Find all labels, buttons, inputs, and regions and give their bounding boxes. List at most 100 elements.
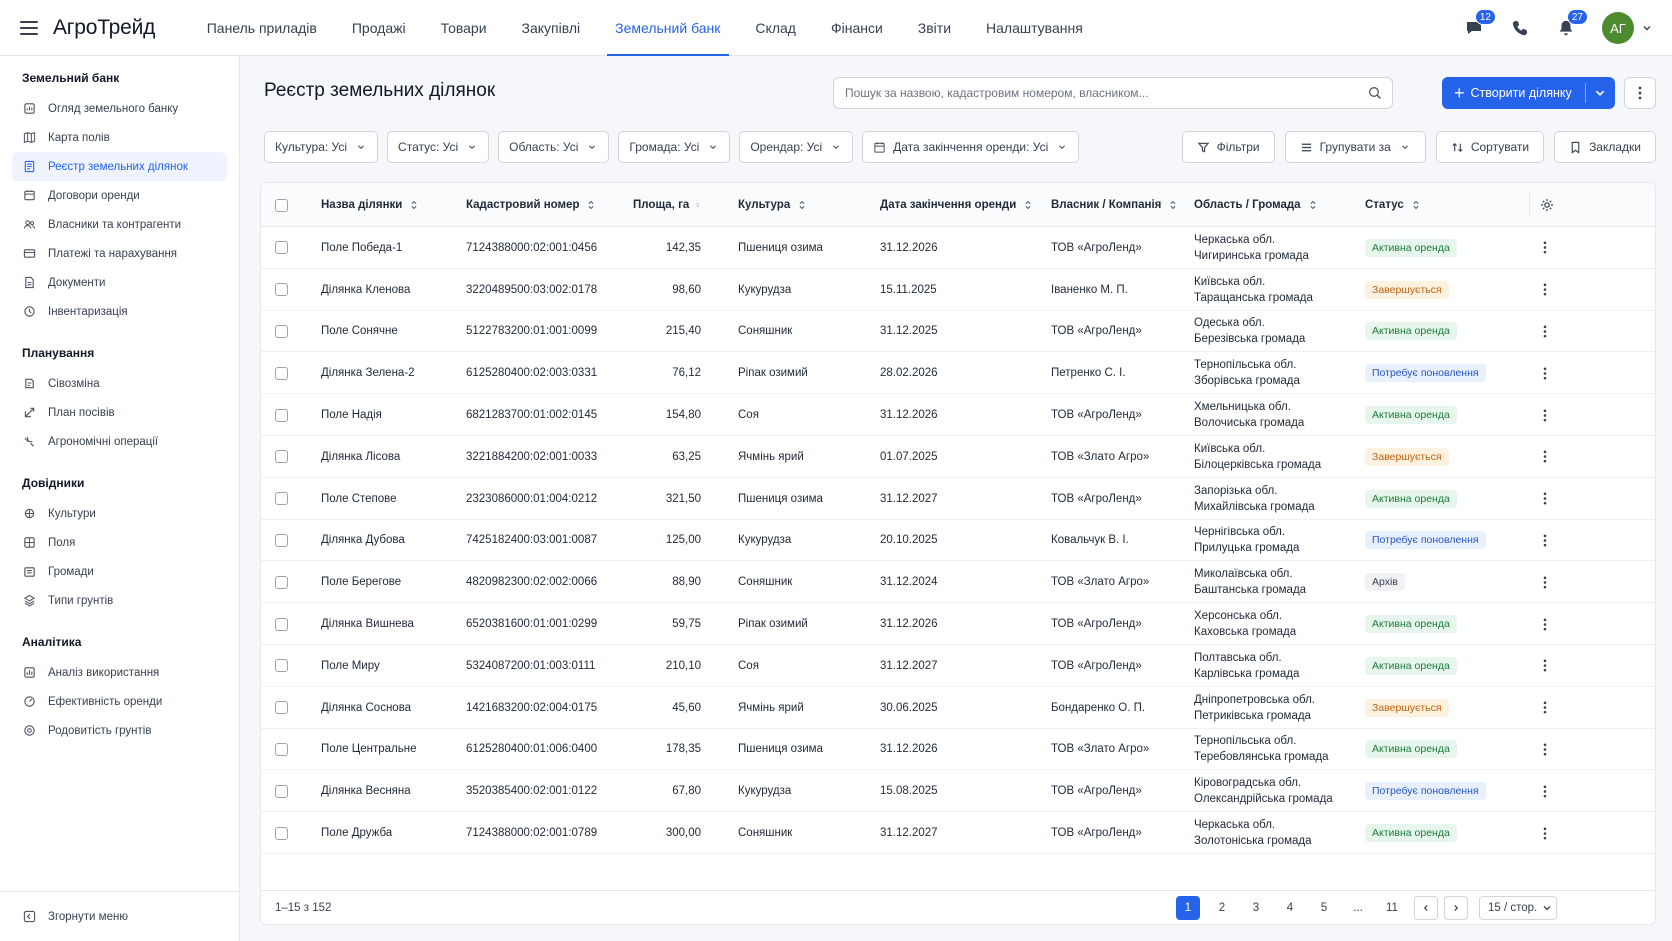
nav-item-4[interactable]: Земельний банк — [598, 0, 738, 56]
app-logo[interactable]: АгроТрейд — [53, 16, 155, 40]
column-header-col-crop[interactable]: Культура — [738, 183, 808, 227]
row-menu-button[interactable] — [1537, 701, 1553, 714]
row-menu-button[interactable] — [1537, 785, 1553, 798]
table-row[interactable]: Поле Центральне 6125280400:01:006:0400 178… — [261, 729, 1655, 771]
filter-chip-4[interactable]: Орендар: Усі — [739, 131, 854, 163]
filter-chip-2[interactable]: Область: Усі — [498, 131, 610, 163]
column-header-col-owner[interactable]: Власник / Компанія — [1051, 183, 1179, 227]
row-checkbox[interactable] — [275, 701, 288, 715]
row-menu-button[interactable] — [1537, 367, 1553, 380]
next-page-button[interactable] — [1444, 896, 1468, 920]
row-checkbox[interactable] — [275, 575, 288, 589]
nav-item-3[interactable]: Закупівлі — [504, 0, 598, 56]
table-row[interactable]: Ділянка Зелена-2 6125280400:02:003:0331 76… — [261, 352, 1655, 395]
column-header-col-date[interactable]: Дата закінчення оренди — [880, 183, 1034, 227]
create-plot-button[interactable]: + Створити ділянку — [1442, 77, 1615, 109]
nav-item-6[interactable]: Фінанси — [813, 0, 900, 56]
sidebar-item-2-0[interactable]: Культури — [12, 499, 227, 528]
action-button-0[interactable]: Фільтри — [1181, 131, 1275, 163]
row-checkbox[interactable] — [275, 241, 288, 255]
row-menu-button[interactable] — [1537, 534, 1553, 547]
sidebar-item-2-1[interactable]: Поля — [12, 528, 227, 557]
row-checkbox[interactable] — [275, 659, 288, 673]
row-checkbox[interactable] — [275, 617, 288, 631]
page-button[interactable]: 2 — [1210, 896, 1234, 920]
table-row[interactable]: Ділянка Лісова 3221884200:02:001:0033 63,2… — [261, 436, 1655, 478]
sidebar-item-0-0[interactable]: Огляд земельного банку — [12, 94, 227, 123]
row-checkbox[interactable] — [275, 366, 288, 380]
table-row[interactable]: Поле Победа-1 7124388000:02:001:0456 142,3… — [261, 227, 1655, 269]
filter-chip-0[interactable]: Культура: Усі — [264, 131, 379, 163]
row-menu-button[interactable] — [1537, 576, 1553, 589]
filter-chip-5[interactable]: Дата закінчення оренди: Усі — [862, 131, 1080, 163]
sidebar-item-0-3[interactable]: Договори оренди — [12, 181, 227, 210]
sidebar-item-0-6[interactable]: Документи — [12, 268, 227, 297]
column-header-col-name[interactable]: Назва ділянки — [321, 183, 420, 227]
chevron-down-icon[interactable] — [1642, 23, 1652, 33]
sidebar-item-2-2[interactable]: Громади — [12, 557, 227, 586]
page-button[interactable]: 4 — [1278, 896, 1302, 920]
action-button-3[interactable]: Закладки — [1554, 131, 1656, 163]
table-row[interactable]: Ділянка Кленова 3220489500:03:002:0178 98,… — [261, 269, 1655, 311]
filter-chip-1[interactable]: Статус: Усі — [387, 131, 490, 163]
avatar[interactable]: АГ — [1602, 12, 1634, 44]
sidebar-item-0-5[interactable]: Платежі та нарахування — [12, 239, 227, 268]
table-row[interactable]: Поле Сонячне 5122783200:01:001:0099 215,40… — [261, 311, 1655, 353]
row-checkbox[interactable] — [275, 283, 288, 297]
column-settings-button[interactable] — [1529, 193, 1554, 217]
page-button[interactable]: 3 — [1244, 896, 1268, 920]
nav-item-0[interactable]: Панель приладів — [189, 0, 334, 56]
sidebar-item-0-1[interactable]: Карта полів — [12, 123, 227, 152]
action-button-2[interactable]: Сортувати — [1435, 131, 1545, 163]
row-checkbox[interactable] — [275, 492, 288, 506]
sidebar-item-0-7[interactable]: Інвентаризація — [12, 297, 227, 326]
select-all-checkbox[interactable] — [275, 198, 288, 212]
nav-item-2[interactable]: Товари — [423, 0, 504, 56]
row-checkbox[interactable] — [275, 784, 288, 798]
row-menu-button[interactable] — [1537, 325, 1553, 338]
column-header-col-area[interactable]: Площа, га — [633, 183, 701, 227]
table-row[interactable]: Ділянка Весняна 3520385400:02:001:0122 67,… — [261, 770, 1655, 813]
page-button[interactable]: 5 — [1312, 896, 1336, 920]
sidebar-item-1-2[interactable]: Агрономічні операції — [12, 427, 227, 456]
sidebar-item-0-4[interactable]: Власники та контрагенти — [12, 210, 227, 239]
row-checkbox[interactable] — [275, 533, 288, 547]
bell-icon[interactable]: 27 — [1554, 9, 1588, 40]
row-checkbox[interactable] — [275, 742, 288, 756]
row-checkbox[interactable] — [275, 450, 288, 464]
table-row[interactable]: Поле Степове 2323086000:01:004:0212 321,50… — [261, 478, 1655, 520]
table-row[interactable]: Поле Надія 6821283700:01:002:0145 154,80 Со… — [261, 394, 1655, 436]
sidebar-item-3-0[interactable]: Аналіз використання — [12, 658, 227, 687]
row-checkbox[interactable] — [275, 408, 288, 422]
nav-item-5[interactable]: Склад — [738, 0, 814, 56]
sidebar-item-0-2[interactable]: Реєстр земельних ділянок — [12, 152, 227, 181]
row-menu-button[interactable] — [1537, 827, 1553, 840]
sidebar-item-3-1[interactable]: Ефективність оренди — [12, 687, 227, 716]
row-menu-button[interactable] — [1537, 743, 1553, 756]
row-menu-button[interactable] — [1537, 409, 1553, 422]
sidebar-item-3-2[interactable]: Родовитість грунтів — [12, 716, 227, 745]
row-checkbox[interactable] — [275, 826, 288, 840]
page-button[interactable]: 11 — [1380, 896, 1404, 920]
table-row[interactable]: Поле Миру 5324087200:01:003:0111 210,10 Соя… — [261, 645, 1655, 687]
nav-item-1[interactable]: Продажі — [334, 0, 423, 56]
chat-icon[interactable]: 12 — [1462, 9, 1496, 40]
table-row[interactable]: Ділянка Соснова 1421683200:02:004:0175 45,… — [261, 687, 1655, 729]
nav-item-8[interactable]: Налаштування — [969, 0, 1101, 56]
phone-icon[interactable] — [1508, 16, 1532, 40]
row-menu-button[interactable] — [1537, 283, 1553, 296]
column-header-col-region[interactable]: Область / Громада — [1194, 183, 1319, 227]
table-row[interactable]: Ділянка Вишнева 6520381600:01:001:0299 59,… — [261, 603, 1655, 645]
per-page-select[interactable]: 15 / стор. — [1479, 896, 1557, 920]
column-header-col-status[interactable]: Статус — [1365, 183, 1422, 227]
row-menu-button[interactable] — [1537, 450, 1553, 463]
menu-icon[interactable] — [20, 20, 38, 35]
table-row[interactable]: Поле Дружба 7124388000:02:001:0789 300,00 С… — [261, 812, 1655, 854]
sidebar-item-1-1[interactable]: План посівів — [12, 398, 227, 427]
row-menu-button[interactable] — [1537, 618, 1553, 631]
sidebar-item-2-3[interactable]: Типи грунтів — [12, 586, 227, 615]
filter-chip-3[interactable]: Громада: Усі — [618, 131, 731, 163]
collapse-menu-button[interactable]: Згорнути меню — [0, 891, 239, 941]
row-menu-button[interactable] — [1537, 492, 1553, 505]
search-input[interactable] — [834, 78, 1334, 108]
